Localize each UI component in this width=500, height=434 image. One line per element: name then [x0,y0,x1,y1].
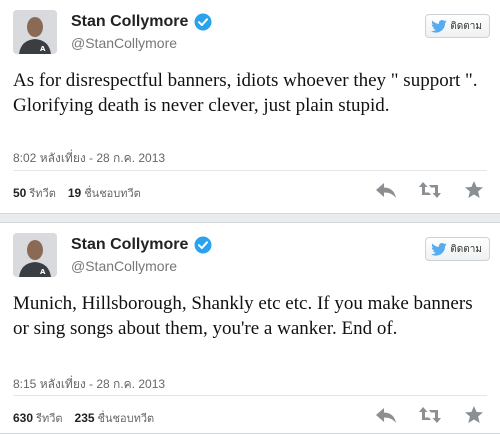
tweet-timestamp[interactable]: 8:02 หลังเที่ยง - 28 ก.ค. 2013 [13,149,165,168]
reply-icon[interactable] [374,405,398,425]
retweet-icon[interactable] [418,180,442,200]
twitter-bird-icon [431,242,448,256]
verified-badge-icon [194,236,212,254]
user-handle[interactable]: @StanCollymore [71,258,177,274]
favorite-count[interactable]: 19 [68,186,81,200]
tweet-timestamp[interactable]: 8:15 หลังเที่ยง - 28 ก.ค. 2013 [13,375,165,394]
user-name-text[interactable]: Stan Collymore [71,13,188,31]
svg-text:A: A [40,268,46,276]
retweet-count[interactable]: 50 [13,186,26,200]
follow-button[interactable]: ติดตาม [425,237,490,261]
retweet-count-label: รีทวีต [29,188,56,200]
svg-text:A: A [40,45,46,53]
tweet-text: As for disrespectful banners, idiots who… [13,70,478,116]
follow-button[interactable]: ติดตาม [425,14,490,38]
follow-label: ติดตาม [450,243,482,255]
retweet-count-label: รีทวีต [36,413,63,425]
favorite-count-label: ชื่นชอบทวีต [97,413,155,425]
tweet-actions [374,180,486,200]
avatar[interactable]: A [13,10,57,54]
divider [13,395,487,396]
tweet-text: Munich, Hillsborough, Shankly etc etc. I… [13,293,473,339]
avatar[interactable]: A [13,233,57,277]
user-name-text[interactable]: Stan Collymore [71,236,188,254]
reply-icon[interactable] [374,180,398,200]
follow-label: ติดตาม [450,20,482,32]
user-name[interactable]: Stan Collymore [71,236,212,254]
favorite-count[interactable]: 235 [75,411,95,425]
star-icon[interactable] [462,405,486,425]
retweet-count[interactable]: 630 [13,411,33,425]
tweet-card: A Stan Collymore @StanCollymore ติดตาม A… [0,0,500,214]
favorite-count-label: ชื่นชอบทวีต [84,188,141,200]
tweet-card: A Stan Collymore @StanCollymore ติดตาม M… [0,222,500,434]
verified-badge-icon [194,13,212,31]
tweet-stats: 50 รีทวีต 19 ชื่นชอบทวีต [13,184,141,202]
user-name[interactable]: Stan Collymore [71,13,212,31]
retweet-icon[interactable] [418,405,442,425]
twitter-bird-icon [431,19,448,33]
tweet-stats: 630 รีทวีต 235 ชื่นชอบทวีต [13,409,154,427]
user-handle[interactable]: @StanCollymore [71,35,177,51]
tweet-actions [374,405,486,425]
star-icon[interactable] [462,180,486,200]
divider [13,170,487,171]
